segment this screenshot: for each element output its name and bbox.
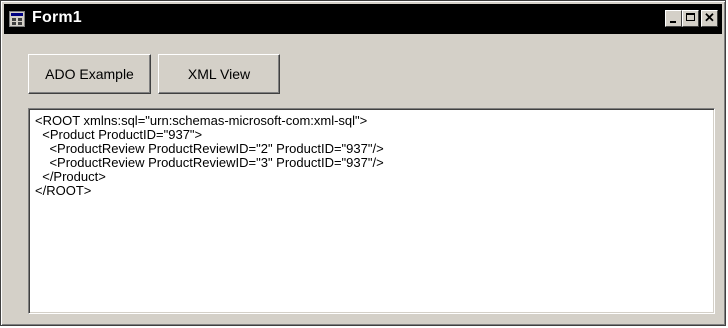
xml-line: <ProductReview ProductReviewID="3" Produ… (35, 155, 384, 170)
xml-output-textbox[interactable]: <ROOT xmlns:sql="urn:schemas-microsoft-c… (28, 108, 715, 314)
xml-line: <ROOT xmlns:sql="urn:schemas-microsoft-c… (35, 113, 368, 128)
minimize-icon (670, 21, 676, 23)
maximize-button[interactable] (682, 10, 699, 27)
title-bar[interactable]: Form1 ✕ (4, 4, 722, 34)
xml-view-button[interactable]: XML View (158, 54, 280, 94)
minimize-button[interactable] (665, 10, 682, 27)
form1-window: Form1 ✕ ADO Example XML View <ROOT xmlns… (0, 0, 726, 326)
close-button[interactable]: ✕ (701, 10, 718, 27)
xml-line: </ROOT> (35, 183, 92, 198)
xml-line: </Product> (35, 169, 106, 184)
maximize-icon (686, 13, 695, 21)
close-icon: ✕ (704, 10, 715, 25)
ado-example-button[interactable]: ADO Example (28, 54, 151, 94)
window-title: Form1 (32, 9, 82, 26)
xml-line: <Product ProductID="937"> (35, 127, 203, 142)
app-icon[interactable] (9, 11, 25, 27)
xml-line: <ProductReview ProductReviewID="2" Produ… (35, 141, 384, 156)
